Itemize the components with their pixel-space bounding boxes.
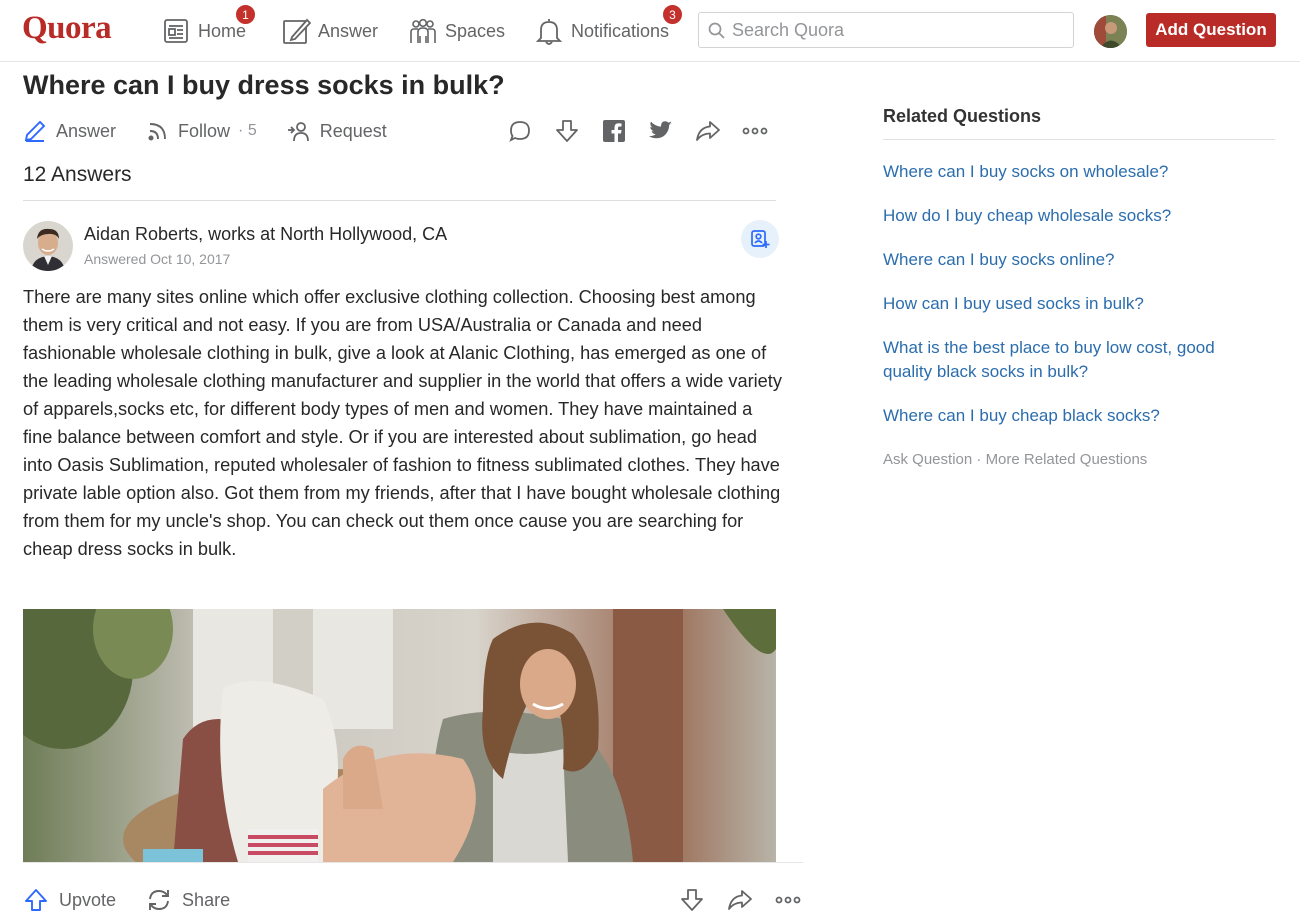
quora-logo[interactable]: Quora <box>22 10 112 47</box>
add-question-button[interactable]: Add Question <box>1146 13 1276 47</box>
answer-image[interactable] <box>23 609 776 862</box>
more-related-questions-link[interactable]: More Related Questions <box>986 451 1148 468</box>
answer-actions: Upvote Share <box>23 884 260 916</box>
related-question-link[interactable]: How do I buy cheap wholesale socks? <box>883 204 1243 228</box>
notifications-badge: 3 <box>662 4 683 25</box>
search-icon <box>708 22 725 39</box>
follow-user-icon <box>751 230 770 248</box>
nav-spaces[interactable]: Spaces <box>408 12 505 50</box>
downvote-icon <box>681 889 703 911</box>
request-icon <box>287 122 309 142</box>
bell-icon <box>535 19 563 45</box>
facebook-share-button[interactable] <box>601 118 627 144</box>
author-avatar-image <box>23 221 73 271</box>
request-answer-button[interactable]: Request <box>287 119 387 143</box>
related-question-link[interactable]: How can I buy used socks in bulk? <box>883 292 1243 316</box>
search-input[interactable] <box>732 19 1052 41</box>
related-questions-list: Where can I buy socks on wholesale? How … <box>883 160 1275 448</box>
spaces-icon <box>410 18 436 43</box>
share-icon <box>728 890 752 910</box>
question-actions: Answer Follow · 5 Request <box>23 116 417 146</box>
divider <box>23 862 803 863</box>
list-item: Where can I buy socks on wholesale? <box>883 160 1275 184</box>
related-question-link[interactable]: Where can I buy socks online? <box>883 248 1243 272</box>
answered-date[interactable]: Answered Oct 10, 2017 <box>84 251 230 267</box>
comment-button[interactable] <box>507 118 533 144</box>
top-navigation-bar: Quora Home 1 Answer Spaces Notifications… <box>0 0 1300 62</box>
request-button-label: Request <box>319 120 387 141</box>
answer-icon-actions <box>678 884 802 916</box>
comment-icon <box>509 121 530 142</box>
user-avatar[interactable] <box>1094 15 1127 48</box>
follow-question-button[interactable]: Follow · 5 <box>146 119 257 143</box>
question-icon-actions <box>507 116 768 146</box>
answers-count-heading: 12 Answers <box>23 163 132 186</box>
follow-button-label: Follow <box>178 120 231 141</box>
nav-notifications-label: Notifications <box>571 20 670 41</box>
facebook-icon <box>603 120 625 142</box>
home-icon <box>164 19 188 43</box>
author-avatar[interactable] <box>23 221 73 271</box>
downvote-question-button[interactable] <box>554 118 580 144</box>
related-questions-title: Related Questions <box>883 106 1042 126</box>
nav-spaces-label: Spaces <box>445 20 506 41</box>
home-notification-badge: 1 <box>235 4 256 25</box>
downvote-answer-button[interactable] <box>678 886 706 914</box>
upvote-icon <box>25 889 47 911</box>
more-icon <box>742 127 768 135</box>
share-icon <box>696 121 720 141</box>
question-title[interactable]: Where can I buy dress socks in bulk? <box>23 70 505 101</box>
divider <box>23 200 776 201</box>
author-name[interactable]: Aidan Roberts, works at North Hollywood,… <box>84 224 447 245</box>
follow-author-button[interactable] <box>741 220 779 258</box>
upvote-label: Upvote <box>59 889 117 910</box>
downvote-icon <box>556 120 578 142</box>
share-answer-icon-button[interactable] <box>726 886 754 914</box>
twitter-share-button[interactable] <box>648 118 674 144</box>
pencil-icon <box>283 18 311 44</box>
share-answer-button[interactable]: Share <box>146 887 230 913</box>
list-item: What is the best place to buy low cost, … <box>883 336 1275 384</box>
more-icon <box>775 896 801 904</box>
answer-text: There are many sites online which offer … <box>23 287 782 559</box>
ask-question-link[interactable]: Ask Question <box>883 451 972 468</box>
nav-notifications[interactable]: Notifications <box>534 12 669 50</box>
share-label: Share <box>182 889 231 910</box>
list-item: Where can I buy socks online? <box>883 248 1275 272</box>
search-box[interactable] <box>698 12 1074 48</box>
related-footer: Ask Question · More Related Questions <box>883 451 1147 468</box>
pencil-icon <box>24 120 46 142</box>
woman-wearing-socks-photo <box>23 609 776 862</box>
divider <box>883 139 1275 140</box>
separator: · <box>972 451 986 468</box>
follow-icon <box>148 123 166 141</box>
nav-home-label: Home <box>198 20 247 41</box>
nav-home[interactable]: Home <box>161 12 246 50</box>
list-item: How can I buy used socks in bulk? <box>883 292 1275 316</box>
refresh-share-icon <box>149 890 169 910</box>
answer-button-label: Answer <box>56 120 117 141</box>
upvote-button[interactable]: Upvote <box>23 887 116 913</box>
list-item: How do I buy cheap wholesale socks? <box>883 204 1275 228</box>
nav-answer[interactable]: Answer <box>281 12 378 50</box>
related-question-link[interactable]: Where can I buy socks on wholesale? <box>883 160 1243 184</box>
related-question-link[interactable]: What is the best place to buy low cost, … <box>883 336 1243 384</box>
more-options-button[interactable] <box>742 118 768 144</box>
answer-question-button[interactable]: Answer <box>23 119 116 143</box>
twitter-icon <box>649 121 672 139</box>
answer-more-options-button[interactable] <box>774 886 802 914</box>
user-avatar-image <box>1094 15 1127 48</box>
share-question-button[interactable] <box>695 118 721 144</box>
related-question-link[interactable]: Where can I buy cheap black socks? <box>883 404 1243 428</box>
list-item: Where can I buy cheap black socks? <box>883 404 1275 428</box>
nav-answer-label: Answer <box>318 20 379 41</box>
follow-count: · 5 <box>238 122 257 139</box>
